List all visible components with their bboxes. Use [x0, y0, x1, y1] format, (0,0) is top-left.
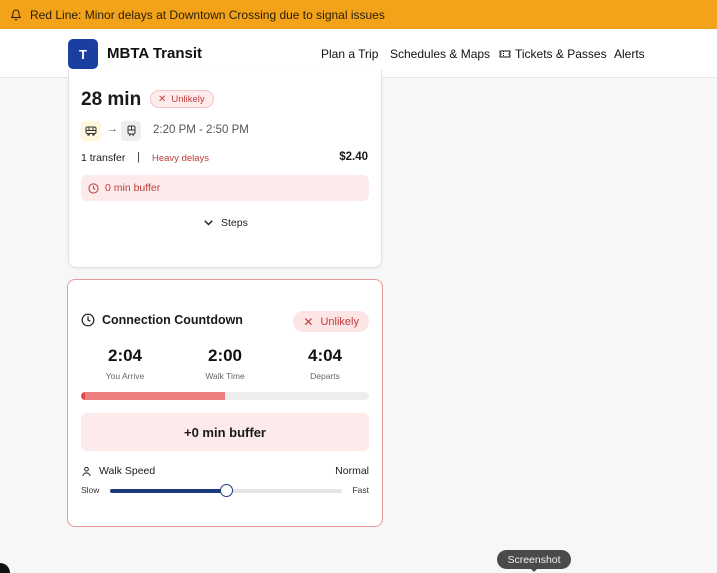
buffer-summary: +0 min buffer — [81, 413, 369, 451]
trip-option-card[interactable]: 28 min ✕ Unlikely → 2:20 PM - 2:50 PM 1 t… — [68, 70, 382, 268]
clock-icon — [81, 313, 95, 327]
walk-speed-slider-thumb[interactable] — [219, 484, 233, 497]
ticket-icon — [499, 50, 511, 58]
trip-duration: 28 min — [81, 89, 142, 110]
stat-departs: 4:04 Departs — [285, 346, 365, 381]
delay-note: Heavy delays — [152, 153, 210, 164]
trip-status-badge: ✕ Unlikely — [150, 90, 214, 108]
mbta-logo[interactable]: T — [68, 39, 98, 69]
countdown-title: Connection Countdown — [81, 313, 243, 327]
walk-speed-label: Walk Speed — [81, 465, 155, 477]
nav-schedules-maps[interactable]: Schedules & Maps — [390, 47, 490, 61]
walk-speed-text: Walk Speed — [99, 465, 156, 477]
person-icon — [82, 466, 91, 476]
nav-plan-trip-label: Plan a Trip — [321, 47, 379, 61]
service-alert-banner[interactable]: Red Line: Minor delays at Downtown Cross… — [0, 0, 717, 29]
bell-icon — [11, 9, 21, 20]
trip-time-range: 2:20 PM - 2:50 PM — [153, 124, 249, 136]
buffer-text: 0 min buffer — [105, 182, 161, 194]
slider-max-label: Fast — [352, 485, 369, 495]
nav-alerts-label: Alerts — [614, 47, 645, 61]
nav-alerts[interactable]: Alerts — [614, 47, 645, 61]
arrow-right-icon: → — [107, 123, 118, 135]
separator: | — [137, 151, 140, 163]
alert-text: Red Line: Minor delays at Downtown Cross… — [30, 7, 385, 22]
window-corner — [0, 563, 10, 573]
countdown-title-text: Connection Countdown — [102, 313, 243, 327]
nav-plan-trip[interactable]: Plan a Trip — [321, 47, 378, 61]
tooltip-tail — [530, 568, 538, 572]
countdown-status-badge: ✕ Unlikely — [293, 311, 369, 332]
x-icon: ✕ — [303, 314, 314, 329]
train-icon — [121, 121, 141, 141]
walk-speed-value: Normal — [335, 465, 369, 477]
brand-name[interactable]: MBTA Transit — [107, 45, 202, 62]
walk-label: Walk Time — [205, 371, 245, 381]
stat-walk-time: 2:00 Walk Time — [185, 346, 265, 381]
chevron-down-icon — [204, 220, 213, 226]
stat-you-arrive: 2:04 You Arrive — [85, 346, 165, 381]
depart-label: Departs — [310, 371, 340, 381]
walk-speed-slider-fill — [110, 489, 226, 493]
bus-icon — [81, 121, 101, 141]
connection-countdown-card: Connection Countdown ✕ Unlikely 2:04 You … — [67, 279, 383, 527]
steps-label: Steps — [221, 217, 248, 229]
transfer-count: 1 transfer — [81, 152, 126, 164]
trip-price: $2.40 — [339, 151, 368, 163]
nav-schedules-label: Schedules & Maps — [390, 47, 491, 61]
clock-icon — [88, 182, 99, 194]
countdown-status-label: Unlikely — [320, 315, 359, 328]
logo-letter: T — [79, 46, 87, 62]
x-icon: ✕ — [158, 93, 167, 105]
countdown-progress-bar — [81, 392, 369, 400]
walk-value: 2:00 — [207, 346, 243, 365]
arrive-value: 2:04 — [107, 346, 143, 365]
nav-tickets-label: Tickets & Passes — [515, 47, 607, 61]
screenshot-tooltip[interactable]: Screenshot — [497, 550, 571, 569]
slider-min-label: Slow — [81, 485, 100, 495]
buffer-warning: 0 min buffer — [81, 175, 369, 201]
nav-tickets-passes[interactable]: Tickets & Passes — [499, 47, 607, 61]
depart-value: 4:04 — [307, 346, 343, 365]
arrive-label: You Arrive — [105, 371, 145, 381]
trip-status-label: Unlikely — [171, 93, 205, 105]
progress-fill — [81, 392, 225, 400]
steps-toggle[interactable]: Steps — [204, 217, 248, 229]
